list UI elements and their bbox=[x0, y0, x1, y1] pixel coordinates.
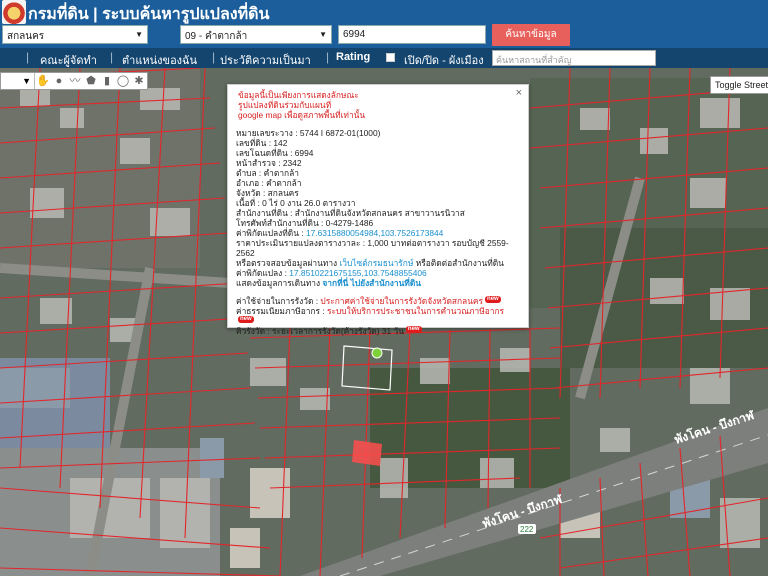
centroid-label: ค่าพิกัดแปลงที่ดิน : bbox=[236, 228, 306, 238]
route-prefix: แสดงข้อมูลการเดินทาง bbox=[236, 278, 323, 288]
fee-prefix: ค่าใช้จ่ายในการรังวัด : bbox=[236, 296, 321, 306]
parcel-deed-number: เลขโฉนดที่ดิน : 6994 bbox=[236, 148, 314, 158]
office-coordinate-link[interactable]: 17.8510221675155,103.7548855406 bbox=[289, 268, 426, 278]
parcel-number-value: 6994 bbox=[343, 29, 366, 40]
new-badge: new bbox=[405, 326, 422, 333]
parcel-land-office: สำนักงานที่ดิน : สำนักงานที่ดินจังหวัดสก… bbox=[236, 208, 465, 218]
nav-separator: | bbox=[110, 50, 114, 64]
map-marker-icon[interactable] bbox=[371, 347, 383, 359]
province-select[interactable]: สกลนคร ▼ bbox=[2, 25, 148, 44]
parcel-survey-page: หน้าสำรวจ : 2342 bbox=[236, 158, 302, 168]
treasury-link[interactable]: เว็บไซต์กรมธนารักษ์ bbox=[339, 258, 413, 268]
nav-history[interactable]: ประวัติความเป็นมา bbox=[220, 51, 311, 69]
dol-logo bbox=[2, 0, 26, 24]
new-badge: new bbox=[238, 316, 254, 323]
chevron-down-icon: ▼ bbox=[135, 30, 143, 39]
queue-prefix: คิวรังวัด : bbox=[236, 326, 273, 336]
check-prefix: หรือตรวจสอบข้อมูลผ่านทาง bbox=[236, 258, 340, 268]
app-title: กรมที่ดิน | ระบบค้นหารูปแปลงที่ดิน bbox=[28, 6, 270, 23]
nav-separator: | bbox=[326, 50, 330, 64]
tax-prefix: ค่าธรรมเนียมภาษีอากร : bbox=[236, 306, 327, 316]
navbar: | คณะผู้จัดทำ | ตำแหน่งของฉัน | ประวัติค… bbox=[0, 48, 768, 68]
place-search-input[interactable]: ค้นหาสถานที่สำคัญ bbox=[492, 50, 656, 66]
centroid-link[interactable]: 17.6315880054984,103.7526173844 bbox=[306, 228, 443, 238]
popup-note-line: google map เพื่อดูสภาพพื้นที่เท่านั้น bbox=[238, 110, 366, 120]
parcel-area: เนื้อที่ : 0 ไร่ 0 งาน 26.0 ตารางวา bbox=[236, 198, 356, 208]
fee-link[interactable]: ประกาศค่าใช้จ่ายในการรังวัดจังหวัดสกลนคร bbox=[320, 296, 483, 306]
polyline-icon[interactable]: 〰 bbox=[67, 73, 83, 89]
popup-note-line: รูปแปลงที่ดินร่วมกับแผนที่ bbox=[238, 100, 332, 110]
parcel-info-popup: × ข้อมูลนี้เป็นเพียงการแสดงลักษณะ รูปแปล… bbox=[227, 84, 529, 336]
route-line: แสดงข้อมูลการเดินทาง จากที่นี่ ไปยังสำนั… bbox=[236, 278, 520, 288]
route-link[interactable]: จากที่นี่ ไปยังสำนักงานที่ดิน bbox=[322, 278, 421, 288]
province-value: สกลนคร bbox=[7, 31, 45, 42]
drawing-toolbar: ▼ ✋ ● 〰 ⬟ ▮ ◯ ✱ bbox=[0, 72, 148, 90]
office-coordinate-label: ค่าพิกัดแปลง : bbox=[236, 268, 290, 278]
circle-icon[interactable]: ◯ bbox=[115, 73, 131, 89]
queue-text: ระยะเวลาการรังวัด(ค้างรังวัด) 31 วัน bbox=[272, 326, 404, 336]
nav-city-plan-toggle[interactable]: เปิด/ปิด - ผังเมือง bbox=[404, 51, 484, 69]
nav-my-position[interactable]: ตำแหน่งของฉัน bbox=[122, 51, 197, 69]
polygon-icon[interactable]: ⬟ bbox=[83, 73, 99, 89]
parcel-office-phone: โทรศัพท์สำนักงานที่ดิน : 0-4279-1486 bbox=[236, 218, 374, 228]
settings-icon[interactable]: ✱ bbox=[131, 73, 147, 89]
hand-icon[interactable]: ✋ bbox=[35, 73, 51, 89]
toggle-street-view-button[interactable]: Toggle Street View bbox=[710, 76, 768, 94]
chevron-down-icon: ▼ bbox=[319, 30, 327, 39]
parcel-sheet-number: หมายเลขระวาง : 5744 I 6872-01(1000) bbox=[236, 128, 381, 138]
nav-separator: | bbox=[212, 50, 216, 64]
rectangle-icon[interactable]: ▮ bbox=[99, 73, 115, 89]
map-canvas[interactable]: พังโคน - บึงกาฬ พังโคน - บึงกาฬ 222 ▼ ✋ … bbox=[0, 68, 768, 576]
nav-rating[interactable]: Rating bbox=[336, 51, 370, 63]
new-badge: new bbox=[485, 296, 501, 303]
parcel-district: อำเภอ : คำตากล้า bbox=[236, 178, 302, 188]
parcel-check-line: หรือตรวจสอบข้อมูลผ่านทาง เว็บไซต์กรมธนาร… bbox=[236, 258, 520, 268]
parcel-number-input[interactable]: 6994 bbox=[338, 25, 486, 44]
popup-note: ข้อมูลนี้เป็นเพียงการแสดงลักษณะ รูปแปลงท… bbox=[236, 90, 520, 120]
search-button[interactable]: ค้นหาข้อมูล bbox=[492, 24, 570, 46]
district-select[interactable]: 09 - คำตากล้า ▼ bbox=[180, 25, 332, 44]
parcel-subdistrict: ตำบล : คำตากล้า bbox=[236, 168, 299, 178]
nav-guide[interactable]: คณะผู้จัดทำ bbox=[40, 51, 97, 69]
map-type-dropdown[interactable]: ▼ bbox=[1, 73, 35, 89]
parcel-land-number: เลขที่ดิน : 142 bbox=[236, 138, 288, 148]
office-coordinate: ค่าพิกัดแปลง : 17.8510221675155,103.7548… bbox=[236, 268, 520, 278]
marker-icon[interactable]: ● bbox=[51, 73, 67, 89]
parcel-province: จังหวัด : สกลนคร bbox=[236, 188, 299, 198]
nav-separator: | bbox=[26, 50, 30, 64]
close-icon[interactable]: × bbox=[516, 88, 522, 99]
district-value: 09 - คำตากล้า bbox=[185, 31, 248, 42]
tax-link[interactable]: ระบบให้บริการประชาชนในการคำนวณภาษีอากร bbox=[327, 306, 504, 316]
parcel-price: ราคาประเมินรายแปลงตารางวาละ : 1,000 บาทต… bbox=[236, 238, 509, 258]
parcel-centroid: ค่าพิกัดแปลงที่ดิน : 17.6315880054984,10… bbox=[236, 228, 520, 238]
app-header: กรมที่ดิน | ระบบค้นหารูปแปลงที่ดิน สกลนค… bbox=[0, 0, 768, 48]
tax-fee-line: ค่าธรรมเนียมภาษีอากร : ระบบให้บริการประช… bbox=[236, 306, 520, 326]
survey-queue-line: คิวรังวัด : ระยะเวลาการรังวัด(ค้างรังวัด… bbox=[236, 326, 520, 336]
survey-fee-line: ค่าใช้จ่ายในการรังวัด : ประกาศค่าใช้จ่าย… bbox=[236, 296, 520, 306]
road-marker-number: 222 bbox=[520, 525, 534, 534]
popup-note-line: ข้อมูลนี้เป็นเพียงการแสดงลักษณะ bbox=[238, 90, 359, 100]
check-suffix: หรือติดต่อสำนักงานที่ดิน bbox=[413, 258, 504, 268]
city-plan-checkbox[interactable] bbox=[386, 53, 395, 62]
